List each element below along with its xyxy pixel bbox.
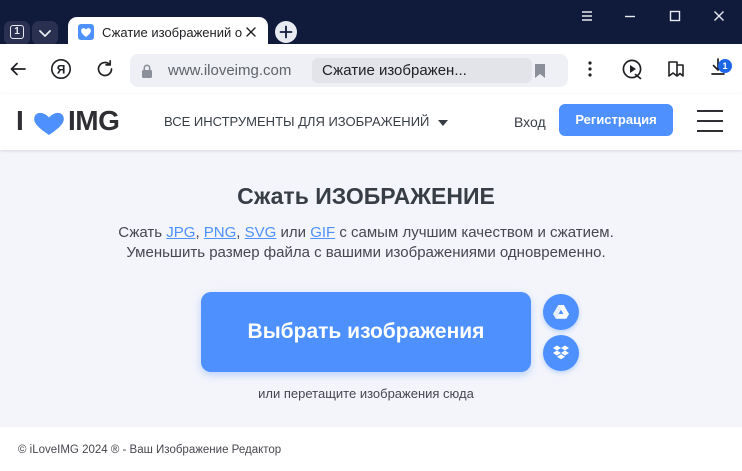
subtitle-text: , xyxy=(236,224,245,241)
subtitle-text: , xyxy=(195,224,204,241)
caret-down-icon xyxy=(438,119,449,126)
maximize-icon[interactable] xyxy=(667,8,683,24)
all-tools-label: ВСЕ ИНСТРУМЕНТЫ ДЛЯ ИЗОБРАЖЕНИЙ xyxy=(164,114,430,129)
tab-count: 1 xyxy=(10,25,24,39)
subtitle-text: или xyxy=(276,224,311,241)
heart-icon xyxy=(34,112,64,135)
reload-icon[interactable] xyxy=(94,58,116,80)
all-tools-dropdown[interactable]: ВСЕ ИНСТРУМЕНТЫ ДЛЯ ИЗОБРАЖЕНИЙ xyxy=(164,113,449,131)
downloads-count-badge: 1 xyxy=(718,59,732,73)
bookmark-icon[interactable] xyxy=(534,63,546,79)
browser-tab-strip: 1 Сжатие изображений о xyxy=(0,0,742,47)
yandex-icon[interactable]: Я xyxy=(50,58,72,80)
drop-hint: или перетащите изображения сюда xyxy=(258,386,474,401)
page-title: Сжать ИЗОБРАЖЕНИЕ xyxy=(237,183,495,209)
tab-close-icon[interactable] xyxy=(245,26,257,38)
address-domain[interactable]: www.iloveimg.com xyxy=(160,54,299,87)
address-bar[interactable]: www.iloveimg.com Сжатие изображен... xyxy=(130,54,568,87)
close-window-icon[interactable] xyxy=(711,8,727,24)
subtitle-line-1: Сжать JPG, PNG, SVG или GIF с самым лучш… xyxy=(0,224,732,241)
subtitle-line-2: Уменьшить размер файла с вашими изображе… xyxy=(126,244,606,261)
subtitle-text: с самым лучшим качеством и сжатием. xyxy=(335,224,614,241)
google-drive-button[interactable] xyxy=(543,294,579,330)
tab-title: Сжатие изображений о xyxy=(102,25,242,40)
logo-text-right: IMG xyxy=(68,105,120,136)
tab-overview-button[interactable]: 1 xyxy=(4,21,30,45)
iloveimg-favicon-icon xyxy=(78,24,94,40)
footer-copyright: © iLoveIMG 2024 ® - Ваш Изображение Реда… xyxy=(18,444,282,456)
google-drive-icon xyxy=(553,305,569,319)
footer: © iLoveIMG 2024 ® - Ваш Изображение Реда… xyxy=(0,427,742,471)
register-button[interactable]: Регистрация xyxy=(559,104,673,136)
png-link[interactable]: PNG xyxy=(204,224,237,241)
browser-tab-active[interactable]: Сжатие изображений о xyxy=(68,17,268,47)
new-tab-button[interactable] xyxy=(275,21,297,43)
login-link[interactable]: Вход xyxy=(514,113,546,131)
svg-text:Я: Я xyxy=(57,63,66,77)
video-player-icon[interactable] xyxy=(621,58,643,80)
gif-link[interactable]: GIF xyxy=(310,224,335,241)
logo-text-left: I xyxy=(16,105,24,136)
tab-list-button[interactable] xyxy=(32,21,58,45)
back-arrow-icon[interactable] xyxy=(7,58,29,80)
site-header: I IMG ВСЕ ИНСТРУМЕНТЫ ДЛЯ ИЗОБРАЖЕНИЙ Вх… xyxy=(0,94,742,150)
browser-toolbar: Я www.iloveimg.com Сжатие изображен... xyxy=(0,44,742,94)
hamburger-menu-icon[interactable] xyxy=(697,110,723,132)
jpg-link[interactable]: JPG xyxy=(166,224,195,241)
svg-link[interactable]: SVG xyxy=(245,224,277,241)
dropbox-icon xyxy=(553,345,569,360)
plus-icon xyxy=(279,25,293,39)
minimize-icon[interactable] xyxy=(622,8,638,24)
subtitle-text: Сжать xyxy=(118,224,167,241)
address-page-title[interactable]: Сжатие изображен... xyxy=(312,58,532,83)
browser-menu-icon[interactable] xyxy=(579,8,595,24)
dropbox-button[interactable] xyxy=(543,335,579,371)
collections-icon[interactable] xyxy=(665,58,687,80)
chevron-down-icon xyxy=(39,30,51,37)
lock-icon[interactable] xyxy=(140,63,154,79)
select-images-button[interactable]: Выбрать изображения xyxy=(201,292,531,372)
more-vertical-icon[interactable] xyxy=(579,58,601,80)
